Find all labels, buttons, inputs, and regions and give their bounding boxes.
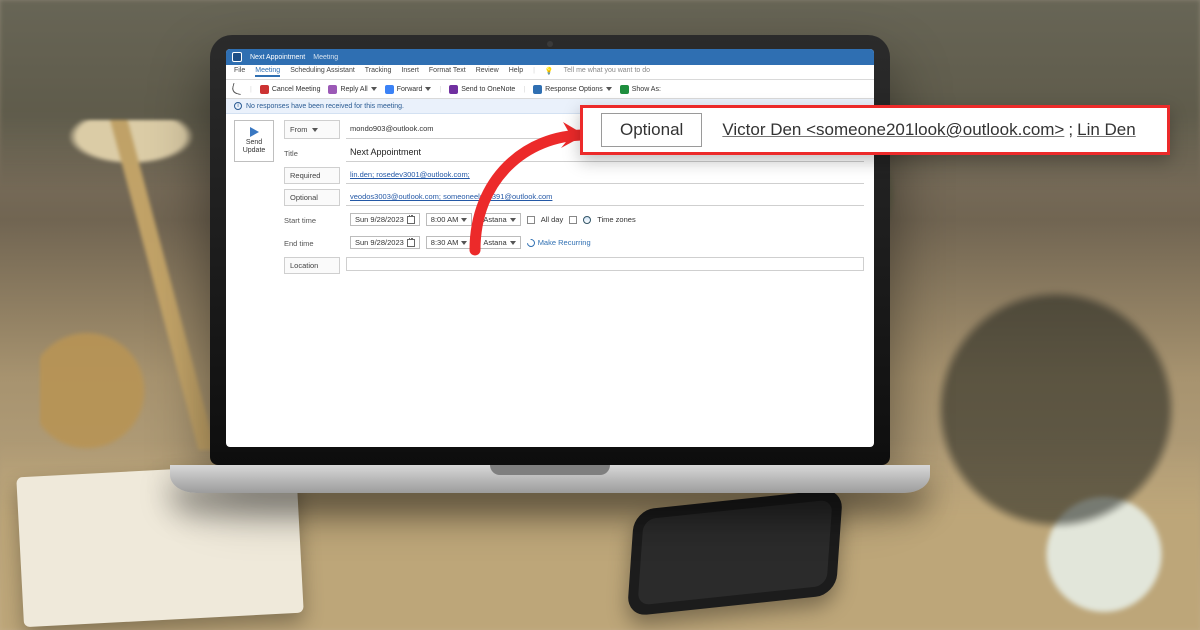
tab-review[interactable]: Review [476, 67, 499, 77]
optional-field[interactable]: veodos3003@outlook.com; someoneelse4391@… [346, 189, 864, 206]
send-onenote-button[interactable]: Send to OneNote [449, 85, 515, 94]
webcam [547, 41, 553, 47]
window-titlebar: Next Appointment Meeting [226, 49, 874, 65]
globe-icon [583, 216, 591, 224]
calendar-icon [407, 216, 415, 224]
end-time-label: End time [284, 234, 340, 252]
callout-recipients: Victor Den <someone201look@outlook.com>;… [722, 120, 1135, 140]
location-button[interactable]: Location [284, 257, 340, 274]
reply-all-button[interactable]: Reply All [328, 85, 376, 94]
tab-meeting[interactable]: Meeting [255, 67, 280, 77]
recurring-icon [525, 237, 536, 248]
onenote-icon [449, 85, 458, 94]
show-as-button[interactable]: Show As: [620, 85, 661, 94]
callout-recipient-1[interactable]: Victor Den <someone201look@outlook.com> [722, 120, 1064, 140]
window-context: Meeting [313, 54, 338, 61]
start-time-label: Start time [284, 211, 340, 229]
tab-help[interactable]: Help [509, 67, 523, 77]
from-button[interactable]: From [284, 120, 340, 139]
end-time-row: Sun 9/28/2023 8:30 AM Astana Make Recurr… [346, 234, 864, 252]
title-label: Title [284, 144, 340, 162]
cancel-meeting-button[interactable]: Cancel Meeting [260, 85, 321, 94]
make-recurring-link[interactable]: Make Recurring [527, 238, 591, 247]
reply-all-icon [328, 85, 337, 94]
ribbon-tabs: File Meeting Scheduling Assistant Tracki… [226, 65, 874, 80]
optional-callout: Optional Victor Den <someone201look@outl… [580, 105, 1170, 155]
send-update-button[interactable]: Send Update [234, 120, 274, 162]
cancel-icon [260, 85, 269, 94]
tab-tracking[interactable]: Tracking [365, 67, 392, 77]
optional-button[interactable]: Optional [284, 189, 340, 206]
start-date-picker[interactable]: Sun 9/28/2023 [350, 213, 420, 226]
laptop: Next Appointment Meeting File Meeting Sc… [210, 35, 890, 493]
start-time-row: Sun 9/28/2023 8:00 AM Astana All day Tim… [346, 211, 864, 229]
tab-insert[interactable]: Insert [401, 67, 419, 77]
window-title: Next Appointment [250, 54, 305, 61]
info-text: No responses have been received for this… [246, 103, 404, 110]
show-as-icon [620, 85, 629, 94]
tab-format[interactable]: Format Text [429, 67, 466, 77]
calendar-icon [407, 239, 415, 247]
info-icon: i [234, 102, 242, 110]
tab-scheduling[interactable]: Scheduling Assistant [290, 67, 355, 77]
start-time-picker[interactable]: 8:00 AM [426, 213, 473, 226]
tell-me[interactable]: Tell me what you want to do [564, 67, 650, 77]
allday-checkbox[interactable] [527, 216, 535, 224]
laptop-base [170, 465, 930, 493]
timezones-checkbox[interactable] [569, 216, 577, 224]
required-button[interactable]: Required [284, 167, 340, 184]
callout-optional-button[interactable]: Optional [601, 113, 702, 147]
outlook-icon [232, 52, 242, 62]
timezones-label: Time zones [597, 215, 636, 224]
forward-button[interactable]: Forward [385, 85, 432, 94]
meeting-form: Send Update From mondo903@outlook.com Ti… [226, 114, 874, 447]
end-date-picker[interactable]: Sun 9/28/2023 [350, 236, 420, 249]
send-icon [250, 127, 259, 137]
required-field[interactable]: lin.den; rosedev3001@outlook.com; [346, 167, 864, 184]
undo-icon[interactable] [231, 83, 243, 95]
start-tz-picker[interactable]: Astana [478, 213, 520, 226]
response-icon [533, 85, 542, 94]
response-options-button[interactable]: Response Options [533, 85, 612, 94]
end-time-picker[interactable]: 8:30 AM [426, 236, 473, 249]
ribbon-toolbar: | Cancel Meeting Reply All Forward | Sen… [226, 80, 874, 99]
location-field[interactable] [346, 257, 864, 271]
end-tz-picker[interactable]: Astana [478, 236, 520, 249]
tab-file[interactable]: File [234, 67, 245, 77]
callout-recipient-2[interactable]: Lin Den [1077, 120, 1136, 140]
forward-icon [385, 85, 394, 94]
allday-label: All day [541, 215, 564, 224]
